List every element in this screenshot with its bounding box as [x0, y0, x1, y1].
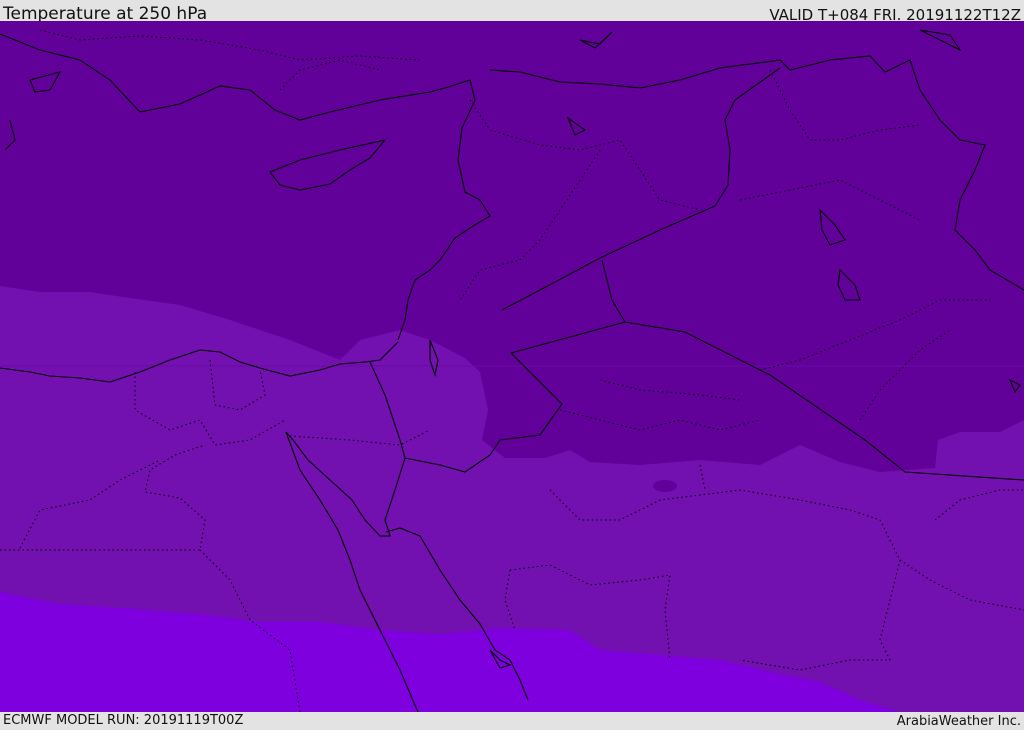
- map-canvas: [0, 21, 1024, 712]
- cold-patch: [653, 480, 677, 492]
- model-run: ECMWF MODEL RUN: 20191119T00Z: [3, 713, 244, 728]
- credit: ArabiaWeather Inc.: [896, 714, 1021, 729]
- top-bar: Temperature at 250 hPa VALID T+084 FRI. …: [0, 0, 1024, 24]
- bottom-bar: ECMWF MODEL RUN: 20191119T00Z ArabiaWeat…: [0, 712, 1024, 729]
